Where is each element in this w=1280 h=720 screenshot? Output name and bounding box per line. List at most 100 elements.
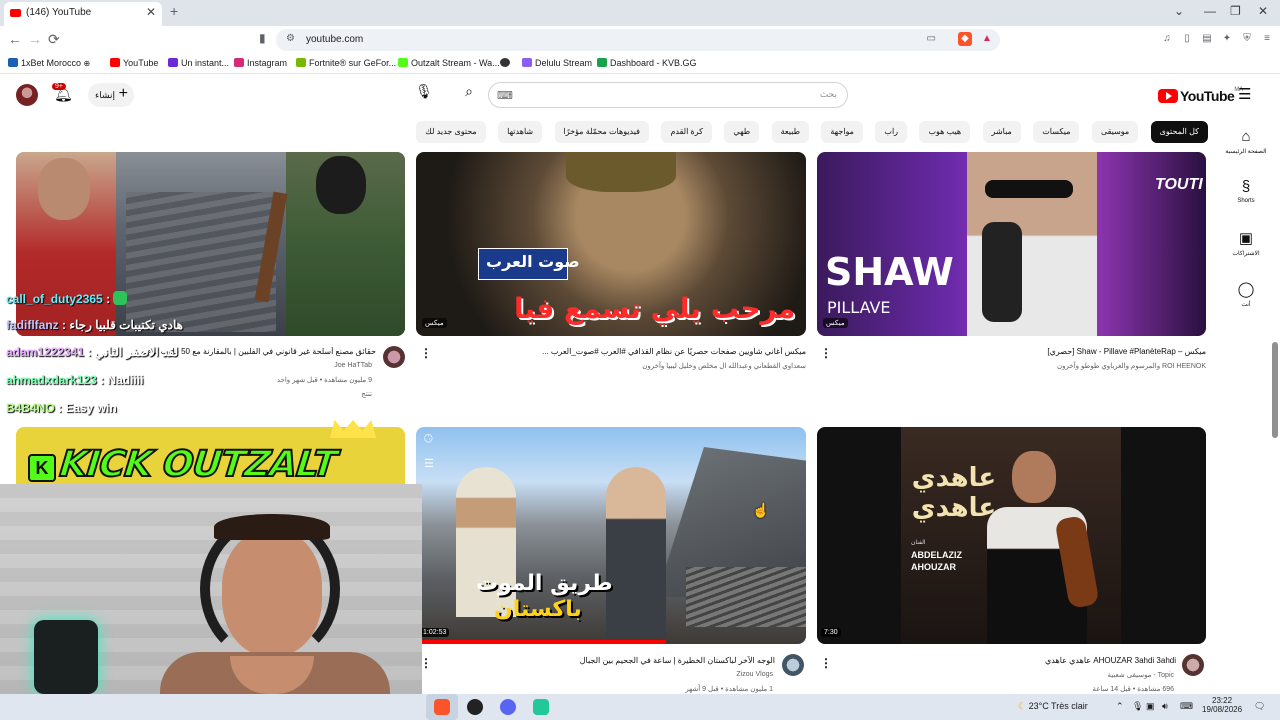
bookmark-item[interactable]: Fortnite® sur GeFor... xyxy=(296,58,396,68)
new-tab-button[interactable]: + xyxy=(170,3,178,19)
guide-menu-icon[interactable]: ☰ xyxy=(1238,85,1251,103)
network-icon[interactable]: ▣ xyxy=(1146,701,1155,712)
chip-live[interactable]: مباشر xyxy=(982,121,1021,143)
weather-widget[interactable]: ☾ 23°C Très clair xyxy=(1018,701,1088,712)
video-thumbnail[interactable]: SHAW PILLAVE TOUTI ميكس xyxy=(817,152,1206,336)
bookmark-item[interactable]: Un instant... xyxy=(168,58,229,68)
chip-nature[interactable]: طبيعة xyxy=(771,121,809,143)
capcut-icon[interactable] xyxy=(533,699,549,715)
brave-shield-icon[interactable]: ◆ xyxy=(958,32,972,46)
watch-later-icon[interactable]: 🕓︎ xyxy=(424,433,433,446)
video-thumbnail[interactable] xyxy=(16,152,405,336)
channel-name[interactable]: Topic - موسيقى شعبية xyxy=(1000,671,1174,679)
chip-music[interactable]: موسيقى xyxy=(1091,121,1139,143)
chat-message: fadiflfanz : هادي تكتيبات قلبيا رجاء xyxy=(6,318,183,332)
add-to-queue-icon[interactable]: ☰ xyxy=(424,457,434,470)
forward-button[interactable]: → xyxy=(28,31,42,47)
address-bar[interactable]: ⚙ youtube.com ▭ xyxy=(276,29,1000,51)
chip-rap[interactable]: راب xyxy=(875,121,908,143)
chip-recently-uploaded[interactable]: فيديوهات محمّلة مؤخرًا xyxy=(554,121,649,143)
bookmark-item[interactable]: 1xBet Morocco ⊕ xyxy=(8,58,90,68)
video-title[interactable]: ميكس – Shaw - Pillave #PlanèteRap [حصري] xyxy=(990,347,1206,356)
close-window-button[interactable]: ✕ xyxy=(1258,4,1268,18)
wallet-icon[interactable]: ▤ xyxy=(1200,32,1214,46)
channel-name[interactable]: ROI HEENOK والمرسوم والغرباوي طوطو وآخرو… xyxy=(990,362,1206,370)
guide-subscriptions[interactable]: ▣ الاشتراكات xyxy=(1224,229,1268,257)
keyboard-icon[interactable]: ⌨ xyxy=(497,89,513,102)
cast-icon[interactable]: ▭ xyxy=(927,33,936,44)
notification-center-icon[interactable]: 🗨︎ xyxy=(1254,701,1265,712)
thumbnail-brand-text: صوت العرب xyxy=(486,252,580,271)
thumbnail-small-text: الفنان xyxy=(911,540,926,546)
voice-search-icon[interactable]: 🎙︎ xyxy=(412,83,436,107)
music-icon[interactable]: ♫ xyxy=(1160,32,1174,46)
tab-search-icon[interactable]: ⌄ xyxy=(1174,4,1184,18)
maximize-button[interactable]: ❐ xyxy=(1230,4,1241,18)
brave-browser-icon[interactable] xyxy=(434,699,450,715)
video-title[interactable]: AHOUZAR 3ahdi 3ahdi عاهدي عاهدي xyxy=(980,656,1176,665)
search-button[interactable]: ⌕ xyxy=(454,83,484,107)
youtube-logo[interactable]: YouTubeMA xyxy=(1158,87,1243,104)
menu-icon[interactable]: ≡ xyxy=(1260,32,1274,46)
chip-football[interactable]: كرة القدم xyxy=(661,121,712,143)
volume-icon[interactable]: 🔊︎ xyxy=(1162,701,1168,712)
bookmark-item[interactable]: Delulu Stream xyxy=(522,58,592,68)
video-title[interactable]: ميكس أغاني شاويين صفحات حصريًا عن نظام ا… xyxy=(506,347,806,356)
video-thumbnail[interactable]: طريق الموت باكستان 🕓︎ ☰ xyxy=(416,427,806,644)
chip-all[interactable]: كل المحتوى xyxy=(1150,121,1208,143)
chip-hiphop[interactable]: هيب هوب xyxy=(919,121,971,143)
bookmark-item[interactable] xyxy=(500,58,513,68)
channel-avatar[interactable] xyxy=(383,346,405,368)
create-button[interactable]: إنشاء + xyxy=(88,83,134,107)
keyboard-icon[interactable]: ⌨ xyxy=(1180,701,1193,712)
bookmark-item[interactable]: YouTube xyxy=(110,58,158,68)
account-avatar[interactable] xyxy=(16,84,38,106)
channel-avatar[interactable] xyxy=(782,654,804,676)
back-button[interactable]: ← xyxy=(8,31,22,47)
guide-you[interactable]: ◯ أنت xyxy=(1224,280,1268,308)
moon-icon: ☾ xyxy=(1018,701,1027,711)
leo-ai-icon[interactable]: ✦ xyxy=(1220,32,1234,46)
sidebar-icon[interactable]: ▯ xyxy=(1180,32,1194,46)
bookmark-favicon-icon xyxy=(110,58,120,67)
thumbnail-subtitle-text: باكستان xyxy=(494,597,582,622)
video-title[interactable]: الوجه الآخر لباكستان الخطيرة | ساعة في ا… xyxy=(500,656,775,665)
bookmark-icon[interactable]: ▮ xyxy=(259,31,266,45)
discord-icon[interactable] xyxy=(500,699,516,715)
more-options-icon[interactable]: ⋮ xyxy=(420,346,432,360)
chip-watched[interactable]: شاهدتها xyxy=(498,121,543,143)
reload-button[interactable]: ⟳ xyxy=(48,31,60,48)
tray-expand-icon[interactable]: ⌃ xyxy=(1116,701,1124,712)
more-options-icon[interactable]: ⋮ xyxy=(820,346,832,360)
more-options-icon[interactable]: ⋮ xyxy=(820,656,832,670)
page-scrollbar[interactable] xyxy=(1271,78,1279,694)
video-thumbnail[interactable]: عاهدي عاهدي الفنان ABDELAZIZ AHOUZAR xyxy=(817,427,1206,644)
site-info-icon[interactable]: ⚙ xyxy=(286,33,295,44)
guide-home[interactable]: ⌂ الصفحة الرئيسية xyxy=(1224,128,1268,155)
clock[interactable]: 23:22 19/08/2026 xyxy=(1202,696,1242,714)
bookmark-item[interactable]: Outzalt Stream - Wa... xyxy=(398,58,500,68)
search-input[interactable]: ⌨ بحث xyxy=(488,82,848,108)
browser-tab[interactable]: (146) YouTube ✕ xyxy=(4,2,162,26)
close-tab-icon[interactable]: ✕ xyxy=(146,5,156,19)
channel-name[interactable]: Joe HaTTab xyxy=(220,362,372,369)
youtube-header: 🔔︎ 9+ إنشاء + 🎙︎ ⌕ ⌨ بحث YouTubeMA ☰ xyxy=(0,75,1280,115)
microphone-tray-icon[interactable]: 🎙︎ xyxy=(1132,701,1143,712)
chip-battle[interactable]: مواجهة xyxy=(821,121,863,143)
bookmark-item[interactable]: Instagram xyxy=(234,58,287,68)
brave-rewards-icon[interactable]: ▲ xyxy=(980,32,994,46)
chip-cooking[interactable]: طهي xyxy=(724,121,760,143)
thumbnail-title-text: عاهدي عاهدي xyxy=(911,463,997,523)
minimize-button[interactable]: — xyxy=(1204,4,1216,18)
channel-name[interactable]: Zizou Vlogs xyxy=(640,671,773,678)
chip-mixes[interactable]: ميكسات xyxy=(1033,121,1080,143)
channel-name[interactable]: سعداوي القطعاني وعبدالله ال مخلص وخليل ل… xyxy=(566,362,806,370)
channel-avatar[interactable] xyxy=(1182,654,1204,676)
bookmark-item[interactable]: Dashboard - KVB.GG xyxy=(597,58,697,68)
scrollbar-thumb[interactable] xyxy=(1272,342,1278,438)
video-thumbnail[interactable]: صوت العرب مرحب يلي تسمع فيا ميكس xyxy=(416,152,806,336)
chip-new-to-you[interactable]: محتوى جديد لك xyxy=(416,121,486,143)
vpn-icon[interactable]: ⛨ xyxy=(1240,32,1254,46)
guide-shorts[interactable]: § Shorts xyxy=(1224,178,1268,204)
obs-studio-icon[interactable] xyxy=(467,699,483,715)
